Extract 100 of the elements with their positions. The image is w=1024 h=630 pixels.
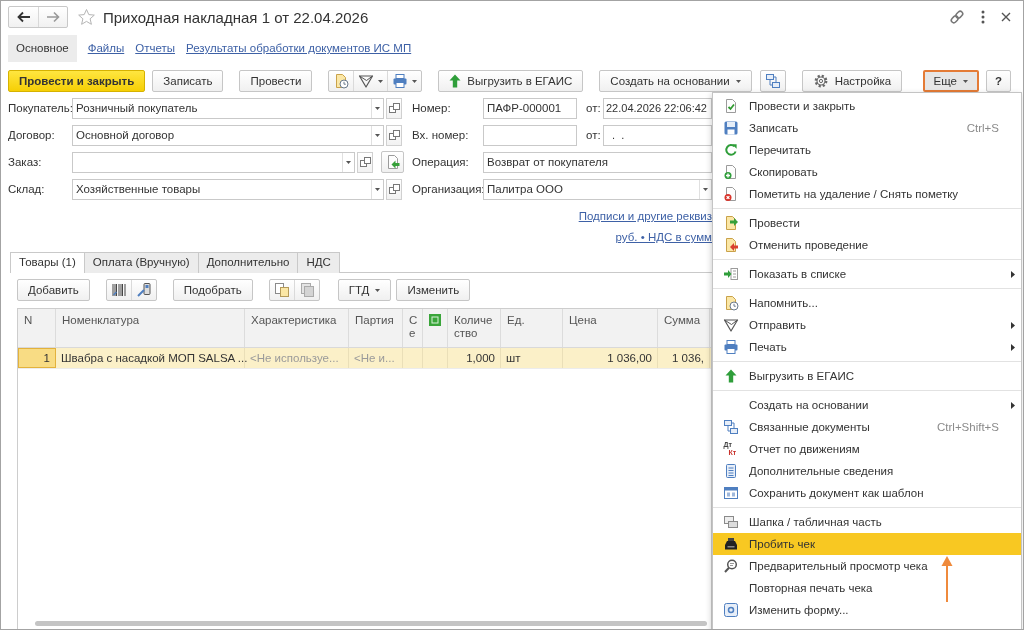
- column-header[interactable]: Партия: [349, 309, 403, 347]
- menu-item[interactable]: Пробить чек: [713, 533, 1021, 555]
- edit-button[interactable]: Изменить: [396, 279, 471, 301]
- section-link[interactable]: Файлы: [87, 35, 125, 62]
- input-field[interactable]: [483, 124, 577, 146]
- customs-button[interactable]: ГТД: [337, 279, 392, 301]
- menu-item[interactable]: Записать Ctrl+S: [713, 117, 1021, 139]
- date-field[interactable]: . .: [603, 124, 712, 146]
- pick-button[interactable]: Подобрать: [172, 279, 253, 301]
- dropdown-button[interactable]: [342, 152, 354, 172]
- section-link[interactable]: Результаты обработки документов ИС МП: [186, 35, 412, 62]
- field-label: от:: [586, 102, 602, 114]
- horizontal-scrollbar[interactable]: [35, 621, 707, 626]
- select-field[interactable]: Основной договор: [72, 124, 384, 146]
- field-label: Номер:: [412, 102, 452, 114]
- table-row[interactable]: 1 Швабра с насадкой МОП SALSA ... <Не используе... <Не и... 1,000 шт 1 036,00 1 036,: [18, 348, 711, 369]
- menu-item[interactable]: Шапка / табличная часть: [713, 511, 1021, 533]
- export-button[interactable]: Выгрузить в ЕГАИС: [438, 70, 584, 92]
- document-clock-icon: [723, 295, 739, 311]
- open-button[interactable]: [386, 124, 402, 146]
- close-icon[interactable]: [1001, 12, 1011, 22]
- menu-item[interactable]: Выгрузить в ЕГАИС: [713, 365, 1021, 387]
- column-header[interactable]: Се: [403, 309, 423, 347]
- tab[interactable]: Товары (1): [10, 252, 85, 273]
- menu-item[interactable]: Напомнить...: [713, 292, 1021, 314]
- input-field[interactable]: ПАФР-000001: [483, 97, 577, 119]
- column-header[interactable]: Сумма: [658, 309, 710, 347]
- column-header[interactable]: Цена: [563, 309, 658, 347]
- menu-item[interactable]: Связанные документы Ctrl+Shift+S: [713, 416, 1021, 438]
- select-field[interactable]: Розничный покупатель: [72, 97, 384, 119]
- pointer-arrow-icon: [941, 556, 953, 602]
- tab[interactable]: Дополнительно: [197, 252, 299, 273]
- back-arrow-icon: [16, 11, 31, 23]
- field-label: Договор:: [8, 129, 56, 141]
- menu-item[interactable]: Перечитать: [713, 139, 1021, 161]
- help-button[interactable]: ?: [985, 70, 1011, 92]
- post-and-close-button[interactable]: Провести и закрыть: [8, 70, 146, 92]
- settings-button[interactable]: Настройка: [801, 70, 903, 92]
- scanner-icon: [135, 282, 152, 298]
- section-link[interactable]: Отчеты: [135, 35, 175, 62]
- printer-icon: [723, 339, 739, 355]
- dropdown-button[interactable]: [371, 179, 383, 199]
- menu-item[interactable]: Показать в списке: [713, 263, 1021, 285]
- input-field[interactable]: Возврат от покупателя: [483, 151, 712, 173]
- window-title: Приходная накладная 1 от 22.04.2026: [103, 8, 369, 26]
- overlapping-squares-icon: [388, 103, 400, 113]
- tab[interactable]: Оплата (Вручную): [83, 252, 199, 273]
- menu-item[interactable]: Печать: [713, 336, 1021, 358]
- barcode-icon: [110, 282, 127, 298]
- column-header[interactable]: Ед.: [501, 309, 563, 347]
- column-header[interactable]: Номенклатура: [56, 309, 245, 347]
- date-field[interactable]: 22.04.2026 22:06:42: [603, 97, 712, 119]
- link[interactable]: руб. • НДС в сумм: [615, 231, 712, 243]
- menu-item[interactable]: Изменить форму...: [713, 599, 1021, 621]
- link[interactable]: Подписи и другие реквиз: [578, 210, 712, 222]
- open-button[interactable]: [386, 97, 402, 119]
- document-lines-icon: [723, 463, 739, 479]
- template-icon: [723, 485, 739, 501]
- select-field[interactable]: Хозяйственные товары: [72, 178, 384, 200]
- menu-item[interactable]: Скопировать: [713, 161, 1021, 183]
- fill-button[interactable]: [381, 151, 404, 173]
- open-button[interactable]: [357, 151, 373, 173]
- related-documents-button[interactable]: [759, 70, 786, 92]
- menu-item[interactable]: Дополнительные сведения: [713, 460, 1021, 482]
- section-tab[interactable]: Основное: [8, 35, 77, 62]
- menu-item[interactable]: Предварительный просмотр чека: [713, 555, 1021, 577]
- save-button[interactable]: Записать: [152, 70, 224, 92]
- list-arrow-icon: [723, 266, 739, 282]
- create-based-on-button[interactable]: Создать на основании: [599, 70, 752, 92]
- select-field[interactable]: [72, 151, 355, 173]
- star-icon[interactable]: [77, 8, 96, 26]
- menu-item[interactable]: Повторная печать чека: [713, 577, 1021, 599]
- open-button[interactable]: [386, 178, 402, 200]
- table-cell: <Не используе...: [245, 348, 349, 368]
- menu-item[interactable]: Провести и закрыть: [713, 95, 1021, 117]
- menu-item[interactable]: Пометить на удаление / Снять пометку: [713, 183, 1021, 205]
- column-header[interactable]: Характеристика: [245, 309, 349, 347]
- more-icon[interactable]: [981, 10, 985, 24]
- menu-item[interactable]: Создать на основании: [713, 394, 1021, 416]
- cash-register-icon: [723, 536, 739, 552]
- caret-icon: [703, 187, 708, 191]
- dropdown-button[interactable]: [699, 179, 711, 199]
- post-button[interactable]: Провести: [239, 70, 313, 92]
- tab[interactable]: НДС: [297, 252, 340, 273]
- link-icon[interactable]: [949, 9, 965, 25]
- table-cell: Швабра с насадкой МОП SALSA ...: [56, 348, 245, 368]
- document-back-arrow-icon: [723, 237, 739, 253]
- menu-item[interactable]: Отправить: [713, 314, 1021, 336]
- add-button[interactable]: Добавить: [17, 279, 90, 301]
- overlapping-squares-icon: [359, 157, 371, 167]
- menu-item[interactable]: Провести: [713, 212, 1021, 234]
- dropdown-button[interactable]: [371, 98, 383, 118]
- dropdown-button[interactable]: [371, 125, 383, 145]
- select-field[interactable]: Палитра ООО: [483, 178, 712, 200]
- column-header[interactable]: Количество: [448, 309, 501, 347]
- overlapping-squares-icon: [388, 130, 400, 140]
- menu-item[interactable]: Сохранить документ как шаблон: [713, 482, 1021, 504]
- more-button[interactable]: Еще: [922, 70, 979, 92]
- menu-item[interactable]: Отменить проведение: [713, 234, 1021, 256]
- column-header[interactable]: N: [18, 309, 56, 347]
